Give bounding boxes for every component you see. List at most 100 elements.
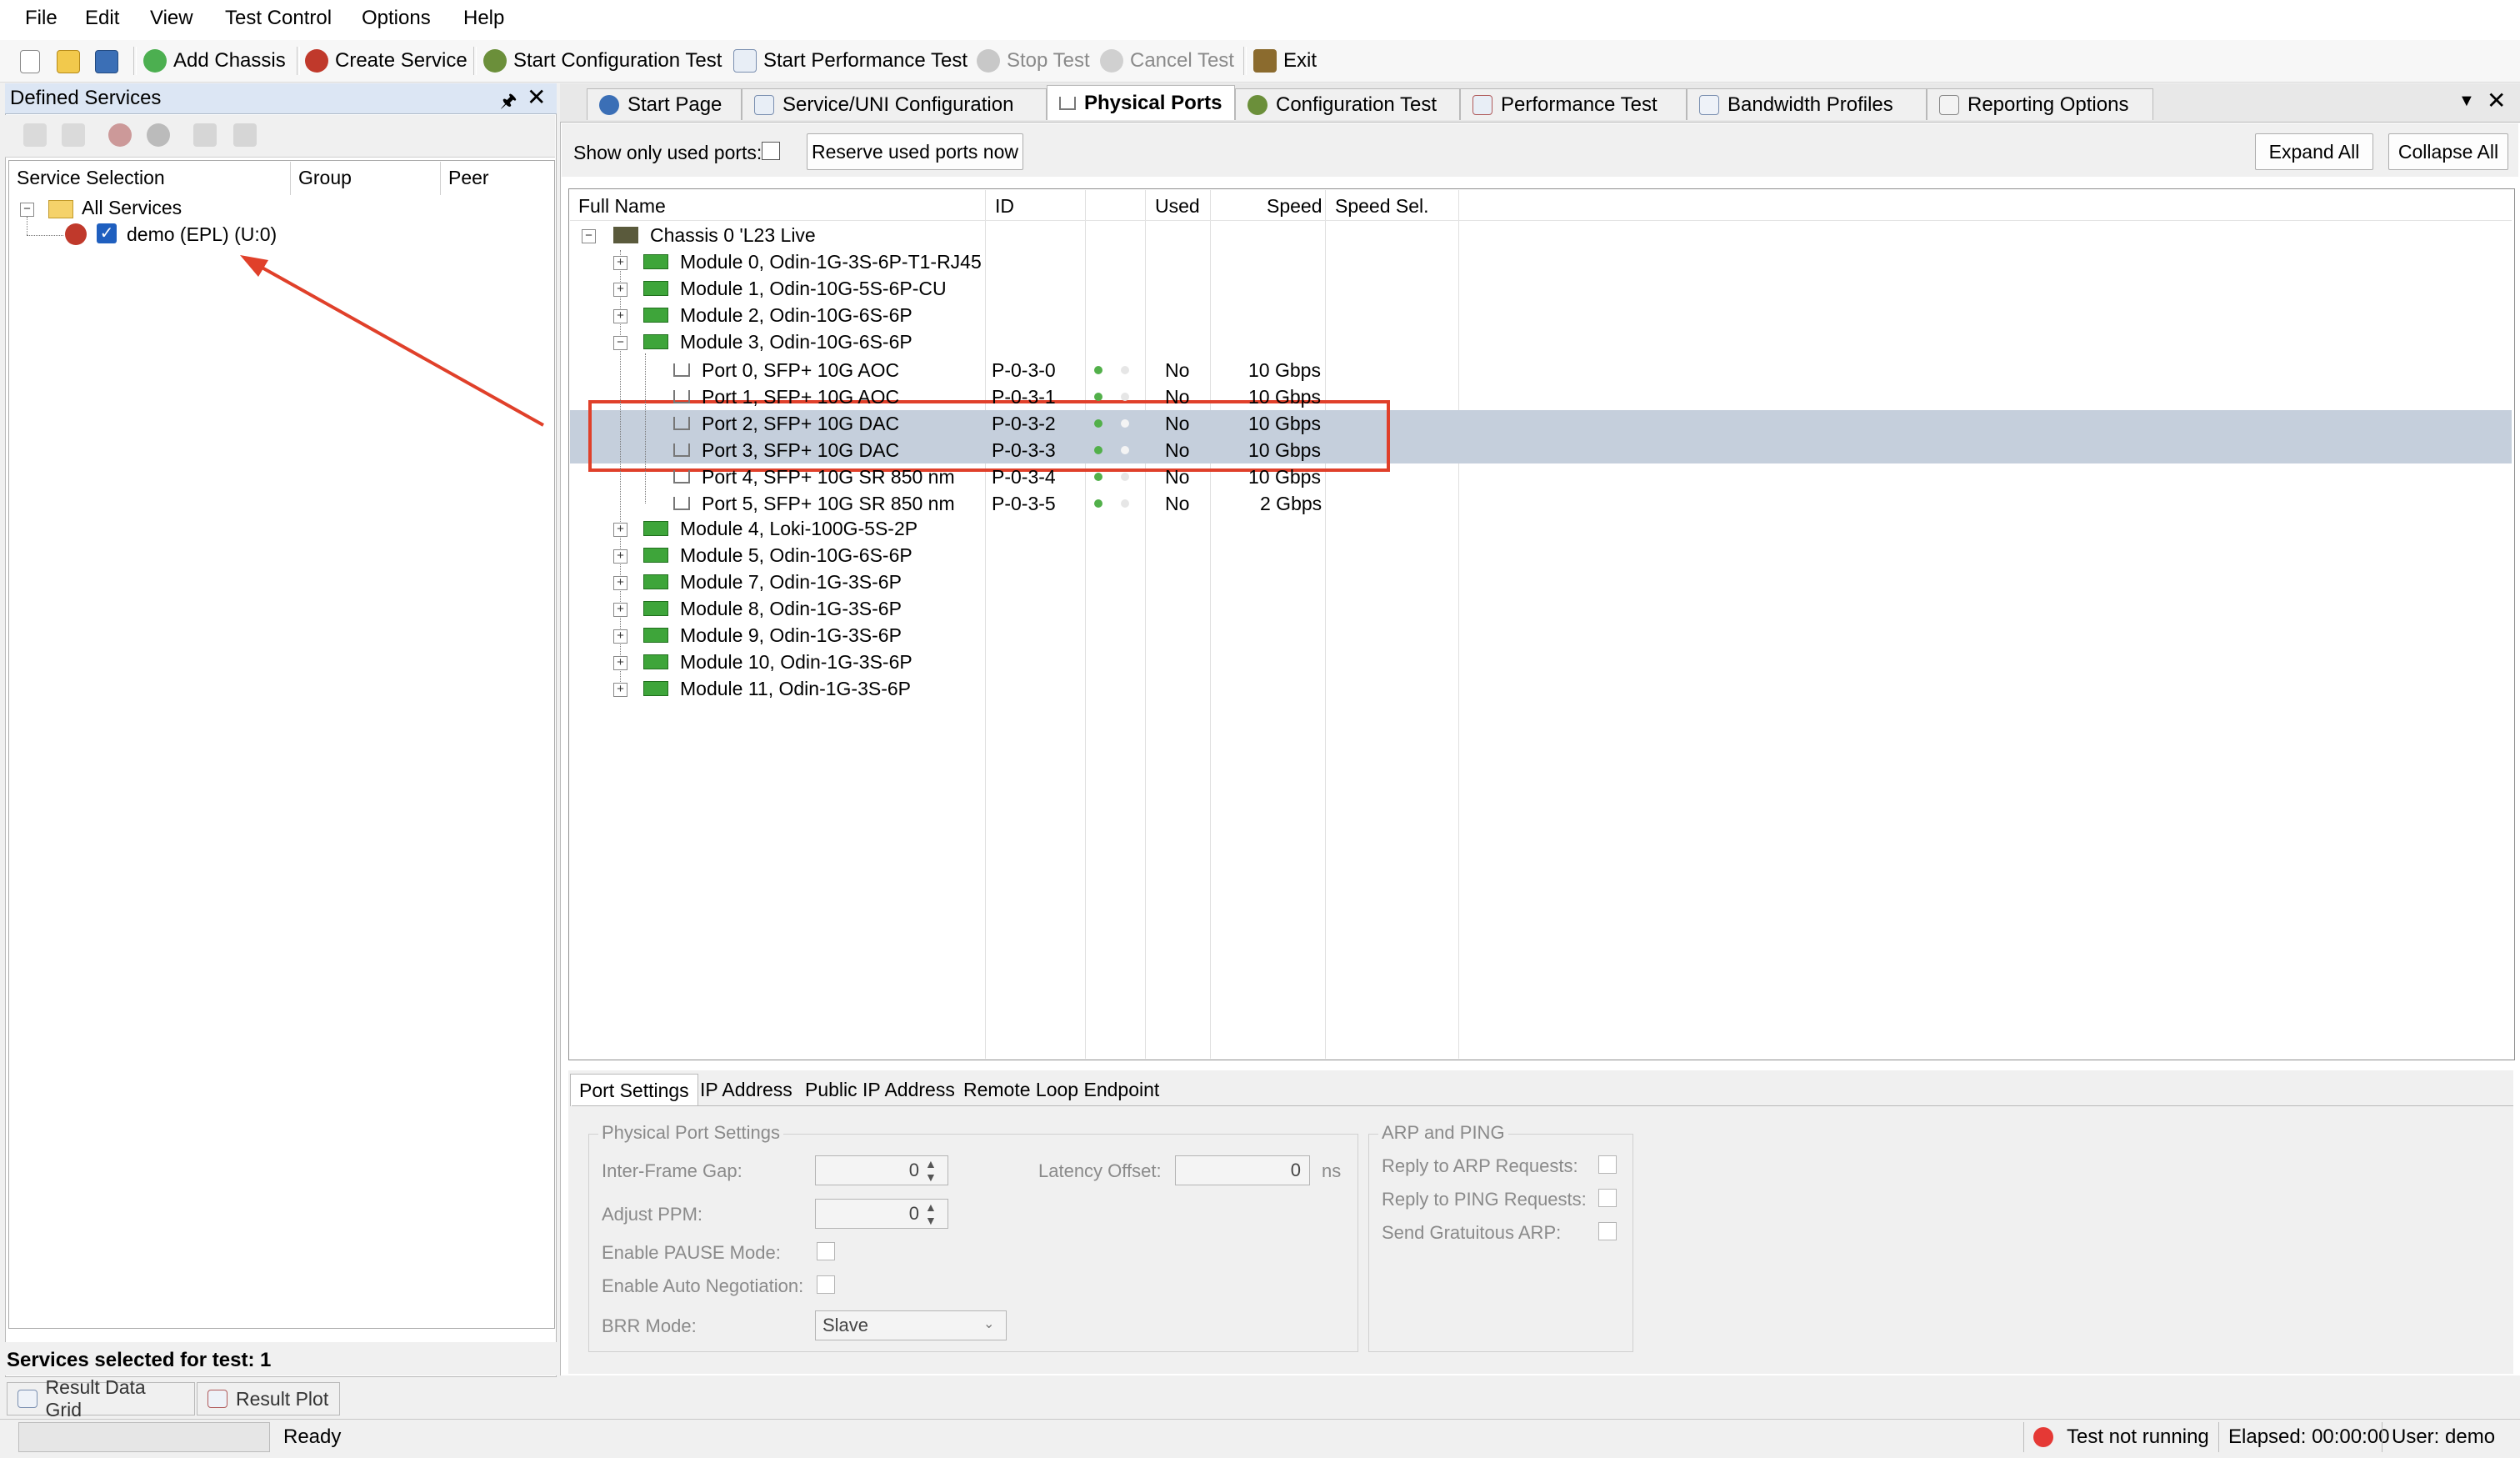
port-row[interactable]: Port 0, SFP+ 10G AOC [673, 357, 899, 383]
service-checkbox[interactable]: ✓ [97, 223, 117, 243]
module-row[interactable]: Module 1, Odin-10G-5S-6P-CU [643, 275, 947, 302]
service-demo-epl[interactable]: demo (EPL) (U:0) [127, 223, 277, 246]
tab-ip-address[interactable]: IP Address [692, 1074, 801, 1105]
tab-start-page[interactable]: Start Page [587, 88, 742, 120]
col-id[interactable]: ID [995, 195, 1014, 218]
remove-service-icon[interactable] [62, 123, 85, 147]
module-row[interactable]: Module 7, Odin-1G-3S-6P [643, 569, 902, 595]
expand-toggle[interactable]: + [613, 256, 628, 270]
collapse-toggle[interactable]: − [582, 229, 596, 243]
reserve-used-ports-button[interactable]: Reserve used ports now [807, 133, 1023, 170]
all-services-node[interactable]: All Services [82, 197, 182, 219]
port-row-selected[interactable]: Port 2, SFP+ 10G DAC [673, 410, 899, 437]
start-configuration-test-button[interactable]: Start Configuration Test [483, 47, 722, 75]
menu-edit[interactable]: Edit [85, 7, 119, 30]
expand-toggle[interactable]: + [613, 603, 628, 617]
col-speed-sel[interactable]: Speed Sel. [1335, 195, 1429, 218]
reply-arp-checkbox[interactable] [1598, 1155, 1617, 1174]
col-speed[interactable]: Speed [1267, 195, 1322, 218]
port-row[interactable]: Port 1, SFP+ 10G AOC [673, 383, 899, 410]
collapse-toggle[interactable]: − [20, 203, 34, 217]
menu-help[interactable]: Help [463, 7, 504, 30]
auto-negotiation-checkbox[interactable] [817, 1275, 835, 1294]
pause-mode-checkbox[interactable] [817, 1242, 835, 1260]
tab-performance-test[interactable]: Performance Test [1460, 88, 1687, 120]
module-row[interactable]: Module 10, Odin-1G-3S-6P [643, 649, 912, 675]
new-file-icon[interactable] [20, 50, 40, 73]
tab-remote-loop-endpoint[interactable]: Remote Loop Endpoint [955, 1074, 1168, 1105]
collapse-all-button[interactable]: Collapse All [2388, 133, 2508, 170]
chevron-down-icon[interactable]: ⌄ [983, 1315, 994, 1332]
port-icon [673, 497, 690, 510]
port-row-selected[interactable]: Port 3, SFP+ 10G DAC [673, 437, 899, 463]
col-peer[interactable]: Peer [448, 167, 489, 189]
collapse-toggle[interactable]: − [613, 336, 628, 350]
module-row[interactable]: Module 8, Odin-1G-3S-6P [643, 595, 902, 622]
toolbar-separator [133, 47, 137, 75]
save-icon[interactable] [95, 50, 118, 73]
spinner-arrows-icon[interactable]: ▲ ▼ [925, 1157, 937, 1184]
col-full-name[interactable]: Full Name [578, 195, 666, 218]
menu-options[interactable]: Options [362, 7, 431, 30]
pin-icon[interactable]: 🖈 [500, 87, 517, 118]
service-remove-icon[interactable] [147, 123, 170, 147]
expand-toggle[interactable]: + [613, 523, 628, 537]
cancel-test-button[interactable]: Cancel Test [1100, 47, 1234, 75]
reply-ping-checkbox[interactable] [1598, 1189, 1617, 1207]
start-performance-test-button[interactable]: Start Performance Test [733, 47, 968, 75]
add-service-icon[interactable] [23, 123, 47, 147]
col-group[interactable]: Group [298, 167, 352, 189]
expand-toggle[interactable]: + [613, 683, 628, 697]
port-row[interactable]: Port 4, SFP+ 10G SR 850 nm [673, 463, 955, 490]
gratuitous-arp-checkbox[interactable] [1598, 1222, 1617, 1240]
tab-configuration-test[interactable]: Configuration Test [1235, 88, 1460, 120]
expand-all-button[interactable]: Expand All [2255, 133, 2373, 170]
menu-file[interactable]: File [25, 7, 58, 30]
tab-list-dropdown-icon[interactable]: ▼ [2458, 92, 2475, 111]
chassis-row[interactable]: Chassis 0 'L23 Live [613, 222, 816, 248]
expand-toggle[interactable]: + [613, 576, 628, 590]
module-row[interactable]: Module 2, Odin-10G-6S-6P [643, 302, 912, 328]
latency-offset-field[interactable]: 0 [1175, 1155, 1310, 1185]
tab-result-data-grid[interactable]: Result Data Grid [7, 1376, 195, 1420]
module-row[interactable]: Module 3, Odin-10G-6S-6P [643, 328, 912, 355]
service-add-icon[interactable] [108, 123, 132, 147]
open-folder-icon[interactable] [57, 50, 80, 73]
add-chassis-button[interactable]: Add Chassis [143, 47, 286, 75]
expand-toggle[interactable]: + [613, 283, 628, 297]
tab-public-ip-address[interactable]: Public IP Address [797, 1074, 963, 1105]
spinner-arrows-icon[interactable]: ▲ ▼ [925, 1200, 937, 1227]
create-service-button[interactable]: Create Service [305, 47, 468, 75]
tab-bandwidth-profiles[interactable]: Bandwidth Profiles [1687, 88, 1927, 120]
module-row[interactable]: Module 11, Odin-1G-3S-6P [643, 675, 911, 702]
close-icon[interactable]: ✕ [527, 83, 546, 111]
module-row[interactable]: Module 5, Odin-10G-6S-6P [643, 542, 912, 569]
expand-toggle[interactable]: + [613, 549, 628, 564]
close-tab-icon[interactable]: ✕ [2487, 87, 2506, 114]
module-row[interactable]: Module 9, Odin-1G-3S-6P [643, 622, 902, 649]
port-row[interactable]: Port 5, SFP+ 10G SR 850 nm [673, 490, 955, 517]
expand-toggle[interactable]: + [613, 309, 628, 323]
expand-toggle[interactable]: + [613, 629, 628, 644]
tab-physical-ports[interactable]: Physical Ports [1047, 85, 1235, 120]
show-used-ports-checkbox[interactable] [762, 142, 780, 160]
menu-view[interactable]: View [150, 7, 193, 30]
tab-result-plot[interactable]: Result Plot [197, 1382, 340, 1415]
col-used[interactable]: Used [1155, 195, 1200, 218]
tab-reporting-options[interactable]: Reporting Options [1927, 88, 2153, 120]
edit-icon [754, 94, 774, 115]
menu-test-control[interactable]: Test Control [225, 7, 332, 30]
stop-test-button[interactable]: Stop Test [977, 47, 1090, 75]
expand-toggle[interactable]: + [613, 656, 628, 670]
module-row[interactable]: Module 0, Odin-1G-3S-6P-T1-RJ45 [643, 248, 982, 275]
tab-port-settings[interactable]: Port Settings [570, 1074, 698, 1106]
tab-service-uni-configuration[interactable]: Service/UNI Configuration [742, 88, 1047, 120]
module-row[interactable]: Module 4, Loki-100G-5S-2P [643, 515, 918, 542]
brr-mode-select[interactable]: Slave [815, 1310, 1007, 1340]
status-dot [1121, 446, 1129, 454]
exit-button[interactable]: Exit [1253, 47, 1317, 75]
col-service-selection[interactable]: Service Selection [17, 167, 165, 189]
unlink-icon[interactable] [233, 123, 257, 147]
link-icon[interactable] [193, 123, 217, 147]
status-dot [1121, 393, 1129, 401]
